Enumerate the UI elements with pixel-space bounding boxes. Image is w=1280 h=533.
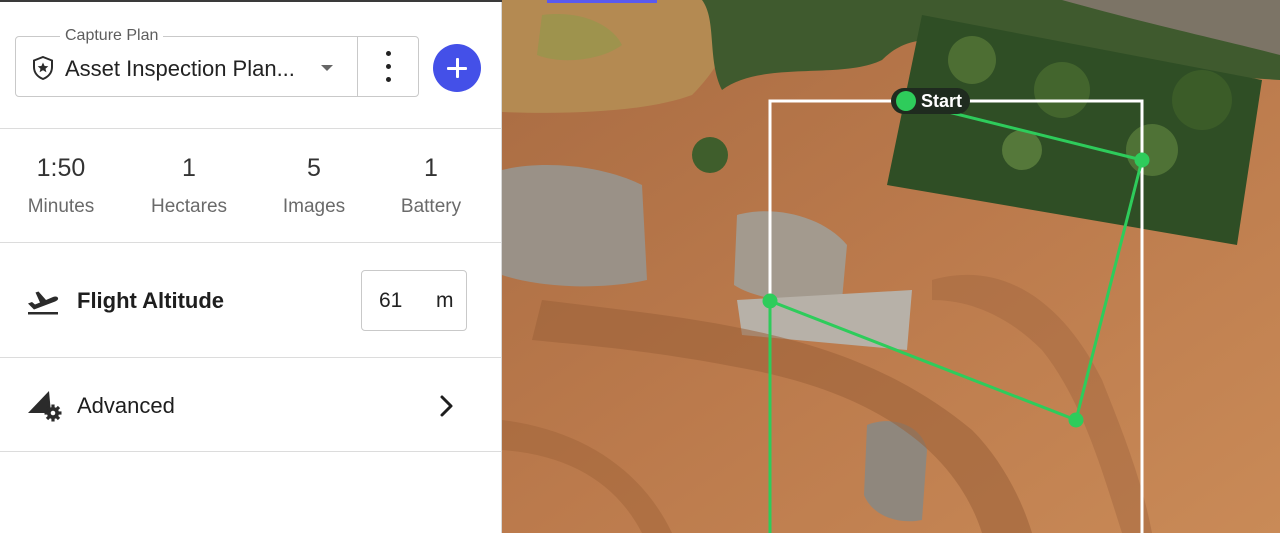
divider [0,451,501,452]
stat-minutes: 1:50 Minutes [1,150,121,221]
stat-label: Hectares [150,196,228,217]
flight-altitude-label: Flight Altitude [77,288,225,313]
satellite-map[interactable]: Start [502,0,1280,533]
top-divider [0,0,502,2]
start-label: Start [921,91,963,111]
advanced-label: Advanced [77,393,175,418]
stat-battery: 1 Battery [371,150,491,221]
map-imagery [502,0,1280,533]
dropdown-caret-icon [321,65,333,71]
altitude-unit: m [436,289,454,312]
advanced-settings-row[interactable] [0,358,501,452]
flight-plan-panel: Capture Plan Asset Inspection Plan... 1:… [0,0,502,533]
stat-value: 1 [182,154,196,182]
start-waypoint-marker[interactable]: Start [891,88,971,114]
stat-hectares: 1 Hectares [129,150,249,221]
stat-value: 1:50 [36,154,86,182]
stat-images: 5 Images [254,150,374,221]
stat-label: Minutes [27,196,95,217]
more-options-button[interactable] [357,36,419,97]
add-plan-button[interactable] [433,44,481,92]
airplane-takeoff-icon [28,291,59,315]
stat-label: Images [282,196,346,217]
capture-plan-value: Asset Inspection Plan... [65,56,295,81]
stat-value: 1 [424,154,438,182]
divider [0,128,501,129]
altitude-value: 61 [379,289,403,312]
advanced-settings-icon [28,391,62,422]
start-point-icon [896,91,916,111]
flight-altitude-input[interactable]: 61 m [361,270,467,331]
capture-plan-legend: Capture Plan [60,26,164,46]
map-indicator [547,0,657,3]
stat-value: 5 [307,154,321,182]
chevron-right-icon [440,395,453,417]
stat-label: Battery [400,196,462,217]
shield-star-icon [33,56,53,80]
divider [0,242,501,243]
capture-plan-select[interactable]: Capture Plan Asset Inspection Plan... [15,26,358,97]
